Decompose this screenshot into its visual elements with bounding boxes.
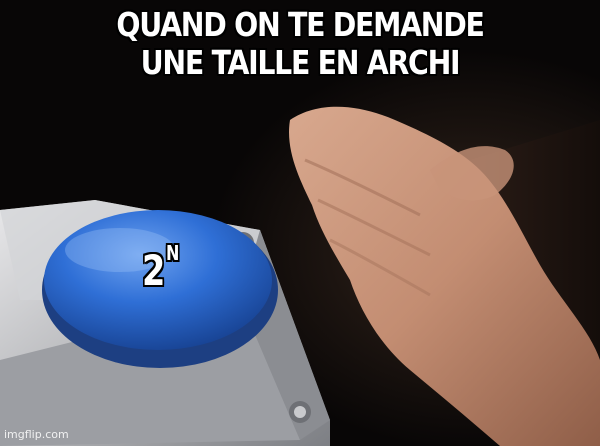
button-label-exponent: N (166, 241, 180, 265)
screw (294, 406, 306, 418)
button-label: 2 N (142, 242, 179, 295)
meme-image: QUAND ON TE DEMANDE UNE TAILLE EN ARCHI … (0, 0, 600, 446)
caption-line-2: UNE TAILLE EN ARCHI (140, 43, 461, 82)
button-label-base: 2 (142, 246, 166, 295)
meme-caption: QUAND ON TE DEMANDE UNE TAILLE EN ARCHI (42, 6, 558, 82)
watermark: imgflip.com (4, 428, 69, 441)
caption-line-1: QUAND ON TE DEMANDE (116, 5, 484, 44)
